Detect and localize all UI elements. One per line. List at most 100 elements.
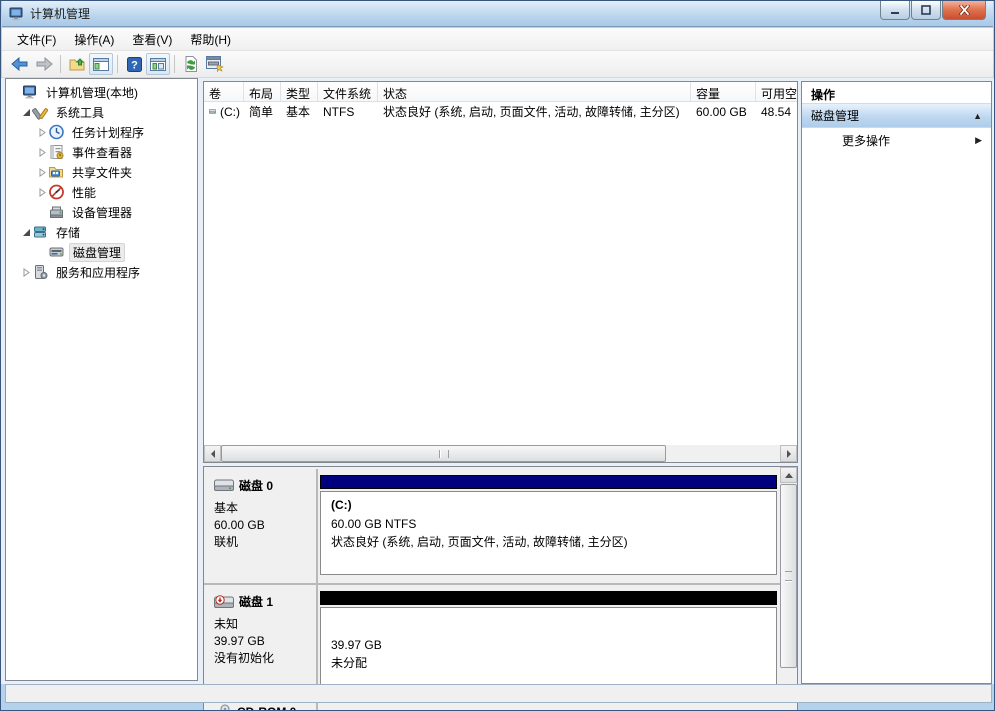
back-button[interactable] — [8, 53, 32, 75]
horizontal-scroll-thumb[interactable] — [221, 445, 666, 462]
volume-type: 基本 — [281, 103, 318, 120]
tree-item-services-applications[interactable]: 服务和应用程序 — [6, 262, 197, 282]
disk-1-label-cell[interactable]: 磁盘 1 未知 39.97 GB 没有初始化 — [204, 585, 318, 697]
collapse-arrow-icon[interactable]: ▲ — [973, 111, 982, 121]
volume-name: (C:) — [220, 105, 240, 119]
disk-name: 磁盘 1 — [239, 593, 273, 610]
volume-free-space: 48.54 — [756, 105, 797, 119]
disk-console-icon — [206, 56, 224, 72]
computer-management-app-icon — [9, 6, 25, 22]
window-title: 计算机管理 — [30, 5, 90, 22]
device-manager-icon — [48, 204, 65, 220]
action-more-actions[interactable]: 更多操作 ▶ — [802, 128, 991, 152]
toolbar: ? — [2, 51, 993, 78]
expanded-icon[interactable] — [20, 106, 32, 118]
disk-graph-view: 磁盘 0 基本 60.00 GB 联机 (C:) 60.00 GB NTFS 状… — [203, 466, 798, 711]
show-action-pane-button[interactable] — [146, 53, 170, 75]
scroll-right-button[interactable] — [780, 445, 797, 462]
menu-view[interactable]: 查看(V) — [123, 28, 181, 51]
column-header-type[interactable]: 类型 — [281, 82, 318, 101]
disk-status: 没有初始化 — [214, 650, 316, 667]
column-header-volume[interactable]: 卷 — [204, 82, 244, 101]
folder-up-button[interactable] — [65, 53, 89, 75]
close-icon — [959, 5, 970, 15]
volume-capacity: 60.00 GB — [691, 105, 756, 119]
disk-1-partition[interactable]: 39.97 GB 未分配 — [318, 585, 780, 697]
tree-item-performance[interactable]: 性能 — [6, 182, 197, 202]
column-header-layout[interactable]: 布局 — [244, 82, 281, 101]
submenu-arrow-icon: ▶ — [975, 135, 982, 146]
show-console-tree-button[interactable] — [89, 53, 113, 75]
scroll-right-icon — [786, 450, 792, 458]
help-button[interactable]: ? — [122, 53, 146, 75]
disk-0-label-cell[interactable]: 磁盘 0 基本 60.00 GB 联机 — [204, 469, 318, 583]
volume-list: 卷 布局 类型 文件系统 状态 容量 可用空 (C:) 简单 基本 — [203, 81, 798, 463]
menu-help[interactable]: 帮助(H) — [181, 28, 240, 51]
action-pane: 操作 磁盘管理 ▲ 更多操作 ▶ — [801, 81, 992, 684]
vertical-scroll-thumb[interactable] — [780, 484, 797, 668]
partition-info-box[interactable]: (C:) 60.00 GB NTFS 状态良好 (系统, 启动, 页面文件, 活… — [320, 491, 777, 575]
collapsed-icon[interactable] — [36, 126, 48, 138]
disk-0-partition[interactable]: (C:) 60.00 GB NTFS 状态良好 (系统, 启动, 页面文件, 活… — [318, 469, 780, 583]
scroll-up-icon — [785, 472, 793, 478]
menu-action[interactable]: 操作(A) — [65, 28, 123, 51]
minimize-icon — [890, 6, 900, 15]
performance-icon — [48, 184, 65, 200]
partition-info-box[interactable]: 39.97 GB 未分配 — [320, 607, 777, 691]
partition-label: (C:) — [331, 498, 776, 512]
disk-type: 基本 — [214, 500, 316, 517]
tree-item-label: 任务计划程序 — [69, 123, 147, 142]
svg-text:?: ? — [131, 59, 138, 71]
partition-color-strip[interactable] — [320, 591, 777, 605]
scroll-left-button[interactable] — [204, 445, 221, 462]
maximize-icon — [921, 5, 931, 15]
tree-item-task-scheduler[interactable]: 任务计划程序 — [6, 122, 197, 142]
action-section-disk-management[interactable]: 磁盘管理 ▲ — [802, 104, 991, 128]
expanded-icon[interactable] — [20, 226, 32, 238]
tree-item-shared-folders[interactable]: 共享文件夹 — [6, 162, 197, 182]
storage-icon — [32, 224, 49, 240]
disk-unknown-icon — [214, 595, 234, 609]
column-header-filesystem[interactable]: 文件系统 — [318, 82, 378, 101]
minimize-button[interactable] — [880, 1, 910, 20]
status-bar — [5, 684, 992, 703]
tree-item-label: 事件查看器 — [69, 143, 135, 162]
partition-status: 状态良好 (系统, 启动, 页面文件, 活动, 故障转储, 主分区) — [331, 533, 776, 551]
tree-item-event-viewer[interactable]: 事件查看器 — [6, 142, 197, 162]
refresh-button[interactable] — [179, 53, 203, 75]
services-icon — [32, 264, 49, 280]
tree-item-computer-management[interactable]: 计算机管理(本地) — [6, 82, 197, 102]
tree-item-storage[interactable]: 存储 — [6, 222, 197, 242]
column-header-status[interactable]: 状态 — [378, 82, 691, 101]
disk-status: 联机 — [214, 534, 316, 551]
disk-console-button[interactable] — [203, 53, 227, 75]
scroll-up-button[interactable] — [780, 467, 797, 483]
partition-size: 60.00 GB NTFS — [331, 515, 776, 533]
close-button[interactable] — [942, 1, 986, 20]
forward-button[interactable] — [32, 53, 56, 75]
title-bar[interactable]: 计算机管理 — [2, 1, 993, 27]
column-header-capacity[interactable]: 容量 — [691, 82, 756, 101]
column-header-free-space[interactable]: 可用空 — [756, 82, 797, 101]
collapsed-icon[interactable] — [36, 146, 48, 158]
volume-status: 状态良好 (系统, 启动, 页面文件, 活动, 故障转储, 主分区) — [378, 103, 691, 120]
vertical-scrollbar[interactable] — [780, 467, 797, 711]
volume-list-header: 卷 布局 类型 文件系统 状态 容量 可用空 — [204, 82, 797, 102]
menu-file[interactable]: 文件(F) — [8, 28, 65, 51]
maximize-button[interactable] — [911, 1, 941, 20]
collapsed-icon[interactable] — [36, 166, 48, 178]
collapsed-icon[interactable] — [20, 266, 32, 278]
partition-size: 39.97 GB — [331, 636, 776, 654]
partition-color-strip[interactable] — [320, 475, 777, 489]
tree-item-label: 性能 — [69, 183, 99, 202]
tree-item-disk-management[interactable]: 磁盘管理 — [6, 242, 197, 262]
collapsed-icon[interactable] — [36, 186, 48, 198]
expander-none — [10, 86, 22, 98]
tree-item-label: 服务和应用程序 — [53, 263, 143, 282]
action-pane-title: 操作 — [802, 82, 991, 104]
tree-item-system-tools[interactable]: 系统工具 — [6, 102, 197, 122]
tree-item-device-manager[interactable]: 设备管理器 — [6, 202, 197, 222]
volume-row-c[interactable]: (C:) 简单 基本 NTFS 状态良好 (系统, 启动, 页面文件, 活动, … — [204, 102, 797, 121]
horizontal-scrollbar[interactable] — [204, 445, 797, 462]
disk-0-row: 磁盘 0 基本 60.00 GB 联机 (C:) 60.00 GB NTFS 状… — [204, 469, 780, 585]
